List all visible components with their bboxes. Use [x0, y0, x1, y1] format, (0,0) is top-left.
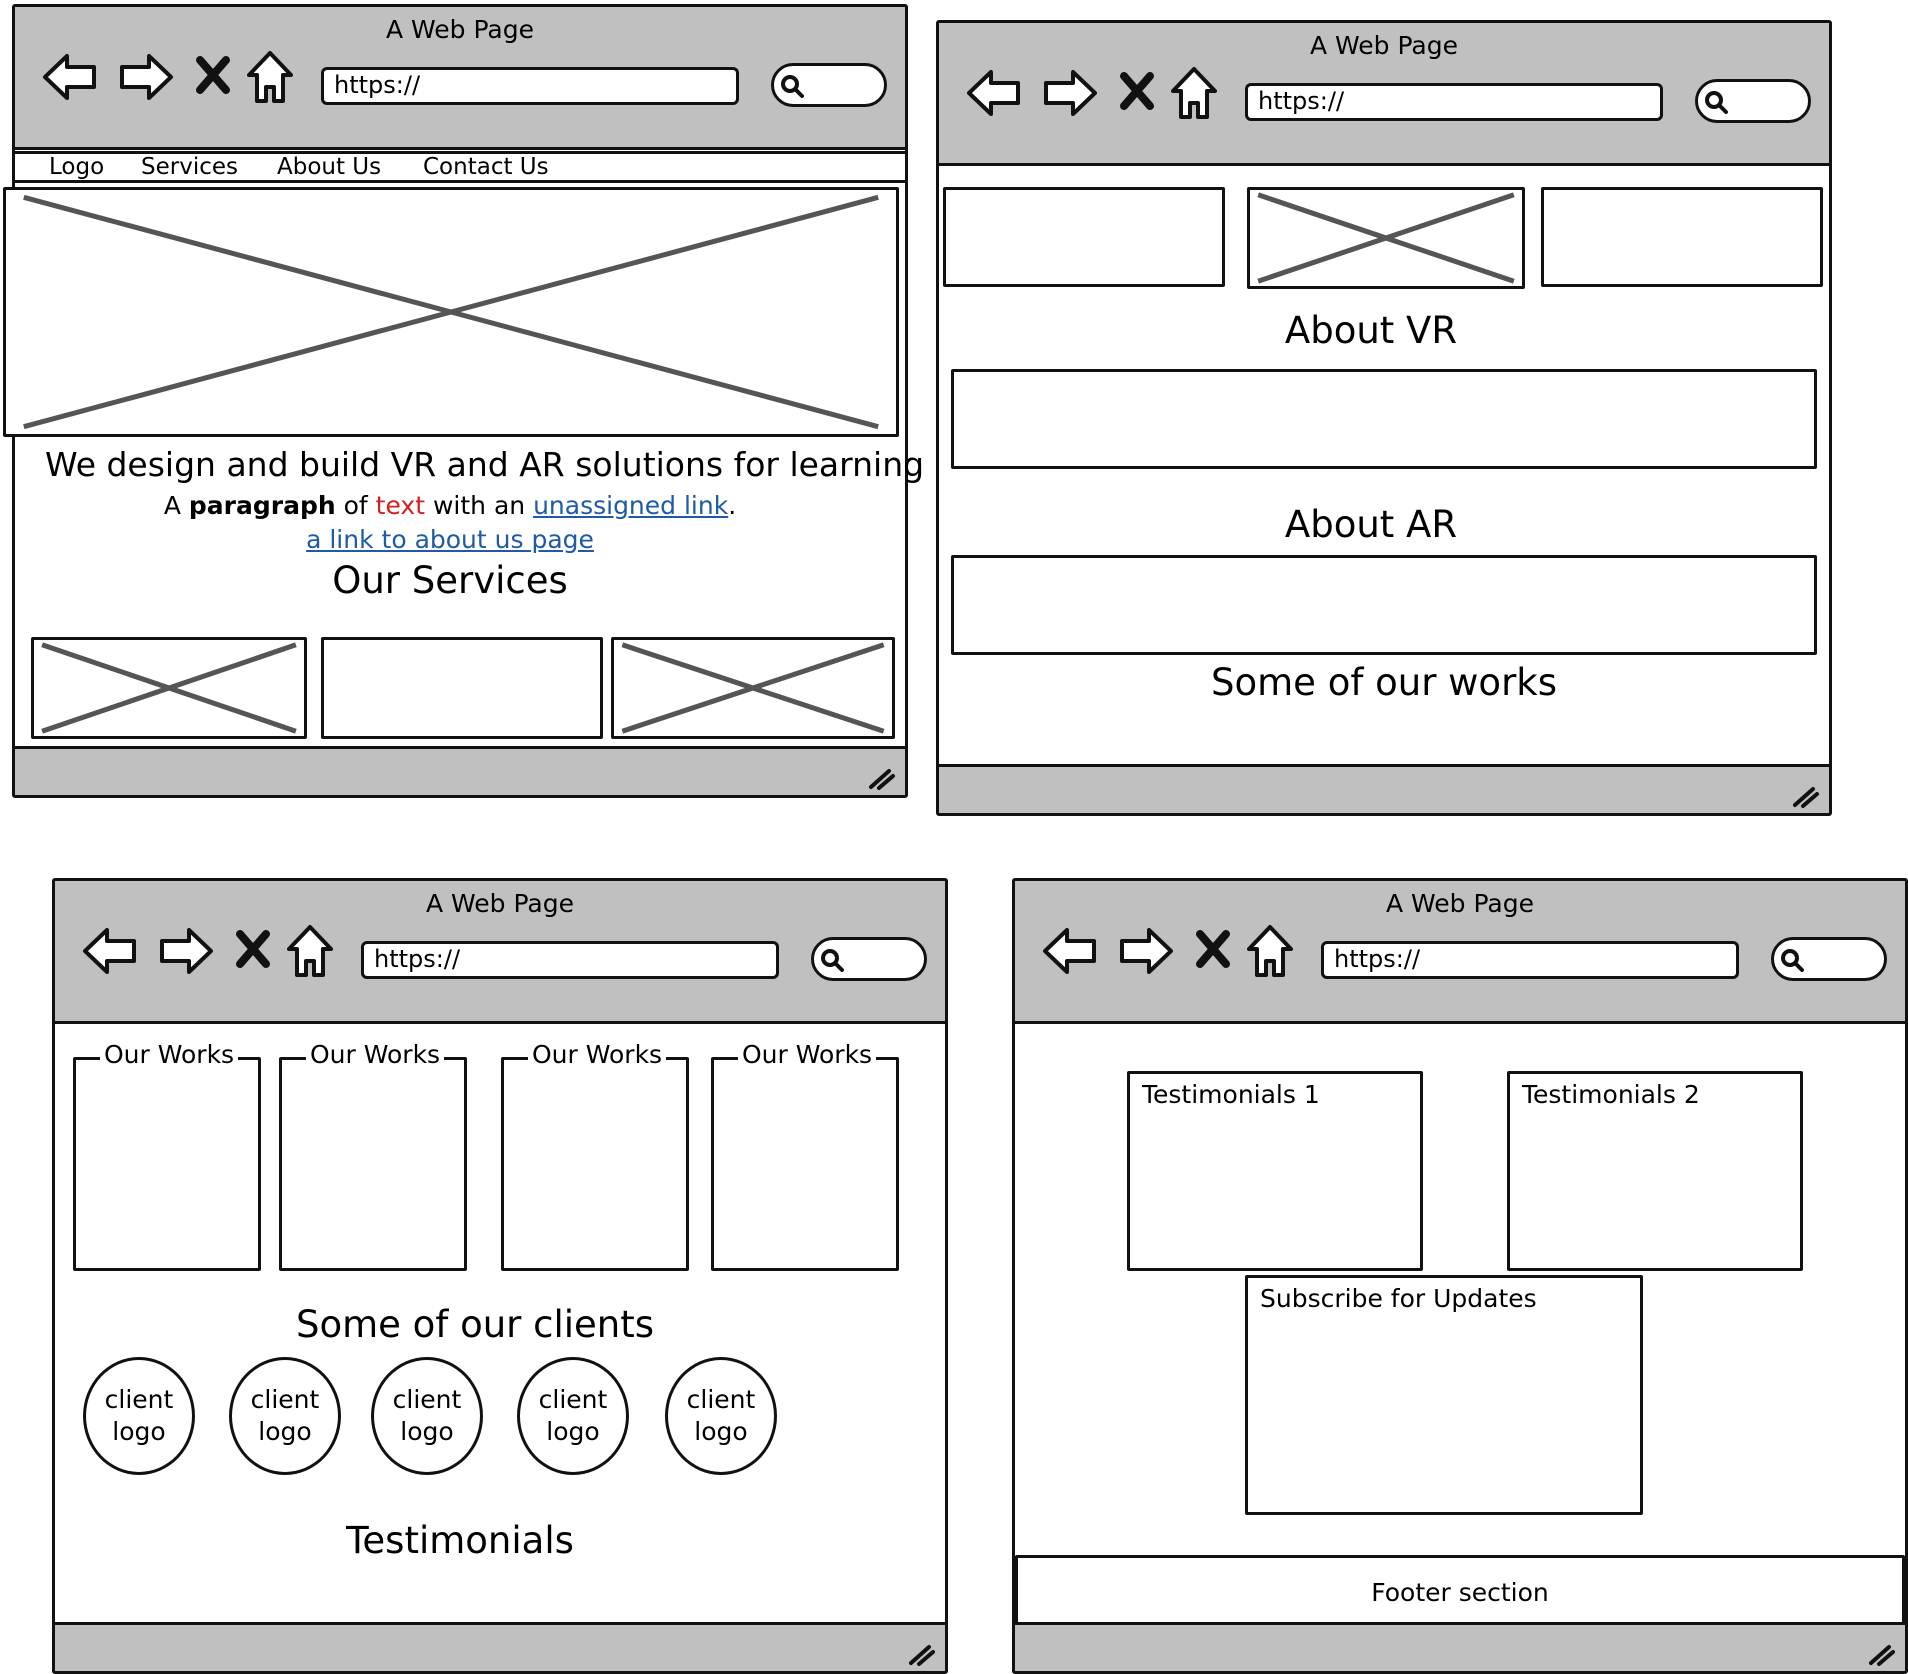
status-bar: [939, 764, 1829, 813]
gallery-image-placeholder: [1247, 187, 1525, 289]
browser-toolbar: A Web Page https://: [939, 23, 1829, 166]
subscribe-title: Subscribe for Updates: [1260, 1284, 1537, 1313]
works-card-2: Our Works: [279, 1040, 467, 1271]
nav-item-about-us[interactable]: About Us: [277, 154, 381, 180]
nav-item-logo[interactable]: Logo: [49, 154, 104, 180]
forward-arrow-icon[interactable]: [1117, 925, 1175, 977]
hero-paragraph: A paragraph of text with an unassigned l…: [163, 491, 737, 520]
browser-toolbar: A Web Page https://: [1015, 881, 1905, 1024]
window-title: A Web Page: [1385, 889, 1535, 918]
works-card-label: Our Works: [100, 1040, 239, 1069]
about-us-link[interactable]: a link to about us page: [306, 525, 594, 554]
search-icon: [1705, 91, 1728, 114]
browser-window-about: A Web Page https:// About VR About AR So…: [936, 20, 1832, 816]
search-field[interactable]: [1771, 937, 1887, 981]
home-icon[interactable]: [285, 923, 335, 979]
window-title: A Web Page: [1309, 31, 1459, 60]
stop-x-icon[interactable]: [1195, 929, 1231, 969]
search-icon: [1781, 949, 1804, 972]
back-arrow-icon[interactable]: [1041, 925, 1099, 977]
home-icon[interactable]: [1245, 923, 1295, 979]
status-bar: [15, 746, 905, 795]
forward-arrow-icon[interactable]: [117, 51, 175, 103]
search-icon: [781, 75, 804, 98]
hero-image-placeholder: [3, 187, 899, 437]
browser-toolbar: A Web Page https://: [55, 881, 945, 1024]
testimonial-card-title: Testimonials 1: [1142, 1080, 1320, 1109]
testimonial-card-title: Testimonials 2: [1522, 1080, 1700, 1109]
works-card-1: Our Works: [73, 1040, 261, 1271]
stop-x-icon[interactable]: [1119, 71, 1155, 111]
client-logo: client logo: [229, 1357, 341, 1475]
search-icon: [821, 949, 844, 972]
search-field[interactable]: [811, 937, 927, 981]
works-card-label: Our Works: [738, 1040, 877, 1069]
nav-item-contact-us[interactable]: Contact Us: [423, 154, 549, 180]
window-title: A Web Page: [425, 889, 575, 918]
testimonial-card-2: Testimonials 2: [1507, 1071, 1803, 1271]
forward-arrow-icon[interactable]: [1041, 67, 1099, 119]
status-bar: [55, 1622, 945, 1671]
service-card-image-1: [31, 637, 307, 739]
forward-arrow-icon[interactable]: [157, 925, 215, 977]
testimonials-heading: Testimonials: [346, 1519, 574, 1562]
works-card-4: Our Works: [711, 1040, 899, 1271]
hero-headline: We design and build VR and AR solutions …: [45, 445, 925, 484]
client-logo: client logo: [371, 1357, 483, 1475]
client-logo: client logo: [665, 1357, 777, 1475]
works-card-label: Our Works: [306, 1040, 445, 1069]
gallery-box-1: [943, 187, 1225, 287]
unassigned-link[interactable]: unassigned link: [533, 491, 728, 520]
client-logo: client logo: [517, 1357, 629, 1475]
back-arrow-icon[interactable]: [81, 925, 139, 977]
service-card-2: [321, 637, 603, 739]
resize-grip-icon[interactable]: [1865, 1639, 1897, 1667]
resize-grip-icon[interactable]: [865, 763, 897, 791]
about-ar-content: [951, 555, 1817, 655]
client-logo: client logo: [83, 1357, 195, 1475]
search-field[interactable]: [1695, 79, 1811, 123]
address-bar[interactable]: https://: [1245, 83, 1663, 121]
browser-window-testimonials: A Web Page https:// Testimonials 1 Testi…: [1012, 878, 1908, 1674]
services-heading: Our Services: [332, 559, 568, 602]
address-bar[interactable]: https://: [321, 67, 739, 105]
footer-section: Footer section: [1015, 1555, 1905, 1629]
about-vr-content: [951, 369, 1817, 469]
nav-item-services[interactable]: Services: [141, 154, 238, 180]
gallery-box-3: [1541, 187, 1823, 287]
window-title: A Web Page: [385, 15, 535, 44]
back-arrow-icon[interactable]: [41, 51, 99, 103]
about-vr-heading: About VR: [1284, 309, 1458, 352]
works-card-3: Our Works: [501, 1040, 689, 1271]
works-heading: Some of our works: [1211, 661, 1557, 704]
nav-menu: Logo Services About Us Contact Us: [12, 151, 908, 183]
status-bar: [1015, 1622, 1905, 1671]
address-bar[interactable]: https://: [1321, 941, 1739, 979]
browser-window-works: A Web Page https:// Our Works Our Works …: [52, 878, 948, 1674]
search-field[interactable]: [771, 63, 887, 107]
works-card-label: Our Works: [528, 1040, 667, 1069]
subscribe-form: Subscribe for Updates: [1245, 1275, 1643, 1515]
red-text: text: [375, 491, 426, 520]
about-us-link-line: a link to about us page: [15, 525, 885, 554]
about-ar-heading: About AR: [1284, 503, 1458, 546]
back-arrow-icon[interactable]: [965, 67, 1023, 119]
browser-window-home: A Web Page https:// Logo Services About …: [3, 4, 924, 798]
service-card-image-3: [611, 637, 895, 739]
stop-x-icon[interactable]: [235, 929, 271, 969]
home-icon[interactable]: [1169, 65, 1219, 121]
home-icon[interactable]: [245, 49, 295, 105]
stop-x-icon[interactable]: [195, 55, 231, 95]
resize-grip-icon[interactable]: [905, 1639, 937, 1667]
resize-grip-icon[interactable]: [1789, 781, 1821, 809]
browser-toolbar: A Web Page https://: [15, 7, 905, 150]
testimonial-card-1: Testimonials 1: [1127, 1071, 1423, 1271]
address-bar[interactable]: https://: [361, 941, 779, 979]
footer-label: Footer section: [1371, 1577, 1549, 1607]
clients-heading: Some of our clients: [295, 1303, 655, 1346]
